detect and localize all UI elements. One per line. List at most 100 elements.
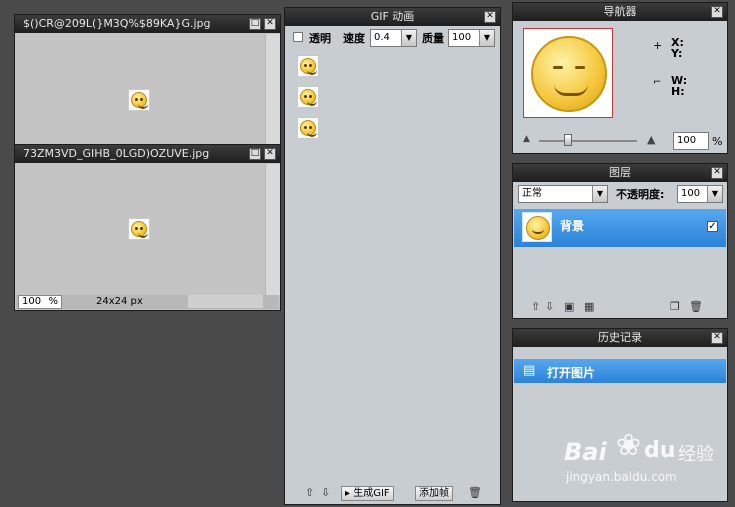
zoom-field[interactable]: 100 % (18, 295, 62, 309)
document-window-2[interactable]: 73ZM3VD_GIHB_0LGD)OZUVE.jpg □ ✕ 100 % 24… (14, 144, 281, 311)
image-thumbnail (128, 218, 150, 240)
paw-icon: ❀ (616, 428, 642, 463)
chevron-down-icon[interactable]: ▼ (707, 186, 722, 202)
close-button[interactable]: ✕ (711, 167, 723, 179)
gif-animation-panel[interactable]: GIF 动画 ✕ 透明 速度 0.4 ▼ 质量 100 ▼ ⇧ ⇩ ▸ 生成GI… (284, 7, 501, 505)
quality-select[interactable]: 100 ▼ (448, 29, 495, 47)
zoom-in-icon[interactable]: ▲ (647, 133, 655, 146)
close-button[interactable]: ✕ (484, 11, 496, 23)
navigator-panel[interactable]: 导航器 ✕ + X: Y: ⌐ W: H: ▲ ▲ 100 % (512, 2, 728, 154)
document-title: $()CR@209L(}M3Q%$89KA}G.jpg (23, 17, 211, 30)
maximize-button[interactable]: □ (249, 148, 261, 160)
watermark-brand: Bai (564, 438, 607, 466)
maximize-button[interactable]: □ (249, 18, 261, 30)
add-frame-label: 添加帧 (419, 488, 449, 499)
panel-title: GIF 动画 (370, 10, 415, 23)
quality-label: 质量 (422, 32, 444, 45)
add-frame-button[interactable]: 添加帧 (415, 486, 453, 501)
smiley-icon (300, 89, 317, 106)
move-up-icon[interactable]: ⇧ (305, 487, 314, 499)
vertical-scrollbar[interactable] (265, 164, 280, 295)
y-label: Y: (671, 47, 683, 60)
crosshair-icon: + (653, 39, 663, 52)
smiley-icon (300, 120, 317, 137)
move-down-icon[interactable]: ⇩ (545, 301, 554, 313)
document-titlebar[interactable]: $()CR@209L(}M3Q%$89KA}G.jpg □ ✕ (15, 15, 280, 33)
frame-2[interactable] (297, 86, 319, 108)
panel-titlebar[interactable]: 导航器 ✕ (513, 3, 727, 21)
panel-titlebar[interactable]: GIF 动画 ✕ (285, 8, 500, 26)
speed-value: 0.4 (374, 32, 390, 43)
layer-thumbnail (522, 212, 552, 242)
vertical-scrollbar[interactable] (265, 34, 280, 145)
watermark-site: 经验 (678, 444, 714, 465)
speed-label: 速度 (343, 32, 365, 45)
opacity-value: 100 (681, 188, 701, 199)
watermark-brand-2: du (644, 438, 676, 463)
close-button[interactable]: ✕ (711, 332, 723, 344)
h-label: H: (671, 85, 685, 98)
smiley-icon (131, 221, 148, 238)
close-button[interactable]: ✕ (711, 6, 723, 18)
close-button[interactable]: ✕ (264, 18, 276, 30)
frame-3[interactable] (297, 117, 319, 139)
navigator-zoom-value: 100 (677, 135, 697, 146)
document-title: 73ZM3VD_GIHB_0LGD)OZUVE.jpg (23, 147, 210, 160)
zoom-unit: % (48, 296, 58, 307)
layer-visibility-checkbox[interactable]: ✓ (707, 221, 718, 232)
opacity-select[interactable]: 100 ▼ (677, 185, 723, 203)
history-item[interactable]: ▤ 打开图片 (514, 359, 726, 383)
navigator-preview[interactable] (523, 28, 613, 118)
document-titlebar[interactable]: 73ZM3VD_GIHB_0LGD)OZUVE.jpg □ ✕ (15, 145, 280, 163)
speed-select[interactable]: 0.4 ▼ (370, 29, 417, 47)
frame-1[interactable] (297, 55, 319, 77)
layer-mask-icon[interactable]: ▦ (584, 301, 594, 313)
panel-title: 导航器 (603, 5, 637, 18)
open-document-icon: ▤ (523, 363, 536, 378)
generate-gif-button[interactable]: ▸ 生成GIF (341, 486, 394, 501)
panel-title: 历史记录 (598, 331, 642, 344)
chevron-down-icon[interactable]: ▼ (592, 186, 607, 202)
baidu-watermark: Bai ❀ du 经验 jingyan.baidu.com (560, 428, 730, 488)
close-button[interactable]: ✕ (264, 148, 276, 160)
layer-style-icon[interactable]: ▣ (564, 301, 574, 313)
layer-name: 背景 (560, 219, 585, 233)
trash-icon[interactable]: 🗑 (468, 487, 482, 499)
zoom-value: 100 (22, 296, 42, 307)
gray-bar (188, 295, 263, 308)
image-thumbnail (128, 89, 150, 111)
zoom-slider[interactable] (539, 140, 637, 142)
move-up-icon[interactable]: ⇧ (531, 301, 540, 313)
layer-row[interactable]: 背景 ✓ (514, 209, 726, 247)
watermark-url: jingyan.baidu.com (566, 470, 677, 484)
selection-icon: ⌐ (653, 77, 662, 88)
smiley-icon (300, 58, 317, 75)
blend-mode-value: 正常 (522, 188, 542, 199)
image-size: 24x24 px (96, 296, 143, 307)
new-layer-icon[interactable]: ❐ (670, 301, 680, 313)
zoom-slider-handle[interactable] (564, 134, 572, 146)
opacity-label: 不透明度: (616, 188, 665, 201)
panel-title: 图层 (609, 166, 631, 179)
status-bar: 100 % 24x24 px (16, 295, 279, 309)
quality-value: 100 (452, 32, 472, 43)
zoom-out-icon[interactable]: ▲ (523, 134, 530, 144)
history-item-label: 打开图片 (547, 366, 596, 380)
panel-titlebar[interactable]: 历史记录 ✕ (513, 329, 727, 347)
trash-icon[interactable]: 🗑 (689, 301, 703, 313)
document-window-1[interactable]: $()CR@209L(}M3Q%$89KA}G.jpg □ ✕ (14, 14, 281, 146)
smiley-icon (531, 36, 607, 112)
move-down-icon[interactable]: ⇩ (321, 487, 330, 499)
play-icon: ▸ (345, 488, 351, 499)
generate-gif-label: 生成GIF (353, 488, 390, 499)
panel-titlebar[interactable]: 图层 ✕ (513, 164, 727, 182)
transparent-label: 透明 (309, 32, 331, 45)
layers-panel[interactable]: 图层 ✕ 正常 ▼ 不透明度: 100 ▼ 背景 ✓ ⇧ ⇩ ▣ ▦ ❐ 🗑 (512, 163, 728, 319)
chevron-down-icon[interactable]: ▼ (401, 30, 416, 46)
blend-mode-select[interactable]: 正常 ▼ (518, 185, 608, 203)
smiley-icon (526, 216, 550, 240)
chevron-down-icon[interactable]: ▼ (479, 30, 494, 46)
navigator-zoom-field[interactable]: 100 (673, 132, 709, 150)
navigator-zoom-unit: % (712, 135, 723, 148)
transparent-checkbox[interactable] (293, 32, 303, 42)
